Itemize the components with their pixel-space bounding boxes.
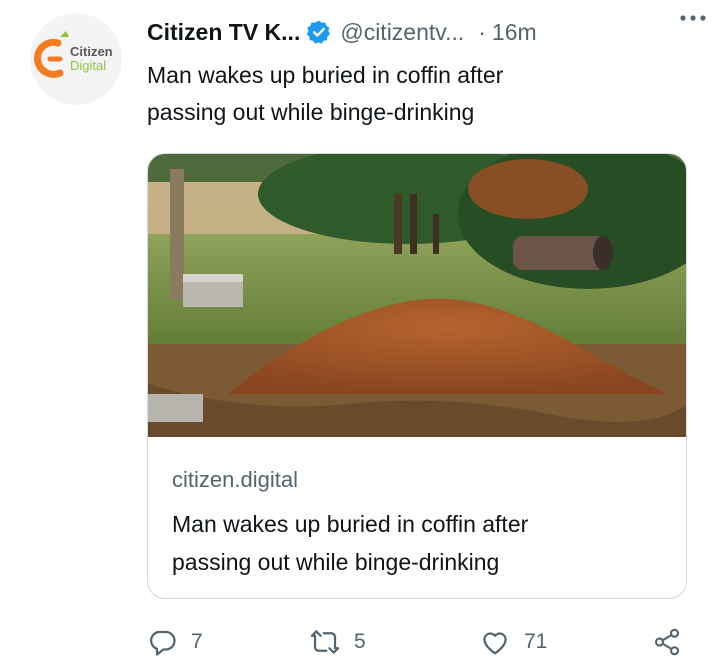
user-handle[interactable]: @citizentv... [340, 19, 464, 46]
grave-mound-photo [148, 154, 686, 437]
logo-text-bottom: Digital [70, 58, 106, 73]
card-title-line: passing out while binge-drinking [172, 549, 500, 575]
logo-text-top: Citizen [70, 44, 113, 59]
tweet-actions: 7 5 71 [147, 622, 707, 662]
separator-dot: · [478, 18, 486, 45]
reply-button[interactable]: 7 [147, 622, 203, 662]
avatar[interactable]: Citizen Digital [30, 13, 122, 105]
retweet-count: 5 [354, 630, 366, 653]
card-title[interactable]: Man wakes up buried in coffin after pass… [172, 505, 662, 581]
tweet-text-line: Man wakes up buried in coffin after [147, 62, 504, 88]
reply-count: 7 [191, 630, 203, 653]
retweet-button[interactable]: 5 [310, 622, 366, 662]
timestamp[interactable]: 16m [492, 19, 537, 46]
like-count: 71 [524, 630, 548, 653]
reply-icon [150, 630, 176, 656]
more-horizontal-icon [680, 15, 706, 21]
card-domain[interactable]: citizen.digital [172, 467, 298, 493]
share-icon [654, 628, 680, 656]
citizen-digital-logo: Citizen Digital [30, 13, 122, 105]
tweet-text-line: passing out while binge-drinking [147, 99, 475, 125]
share-button[interactable] [652, 622, 682, 662]
display-name[interactable]: Citizen TV K... [147, 19, 300, 46]
verified-badge-icon [306, 19, 332, 45]
card-title-line: Man wakes up buried in coffin after [172, 511, 529, 537]
tweet-header: Citizen TV K... @citizentv... · 16m [147, 14, 697, 50]
like-button[interactable]: 71 [480, 622, 547, 662]
more-options-button[interactable] [675, 8, 711, 28]
tweet-text: Man wakes up buried in coffin after pass… [147, 57, 667, 131]
card-image[interactable] [148, 154, 686, 437]
retweet-icon [310, 630, 340, 654]
link-card[interactable]: citizen.digital Man wakes up buried in c… [147, 153, 687, 599]
heart-icon [483, 632, 507, 655]
